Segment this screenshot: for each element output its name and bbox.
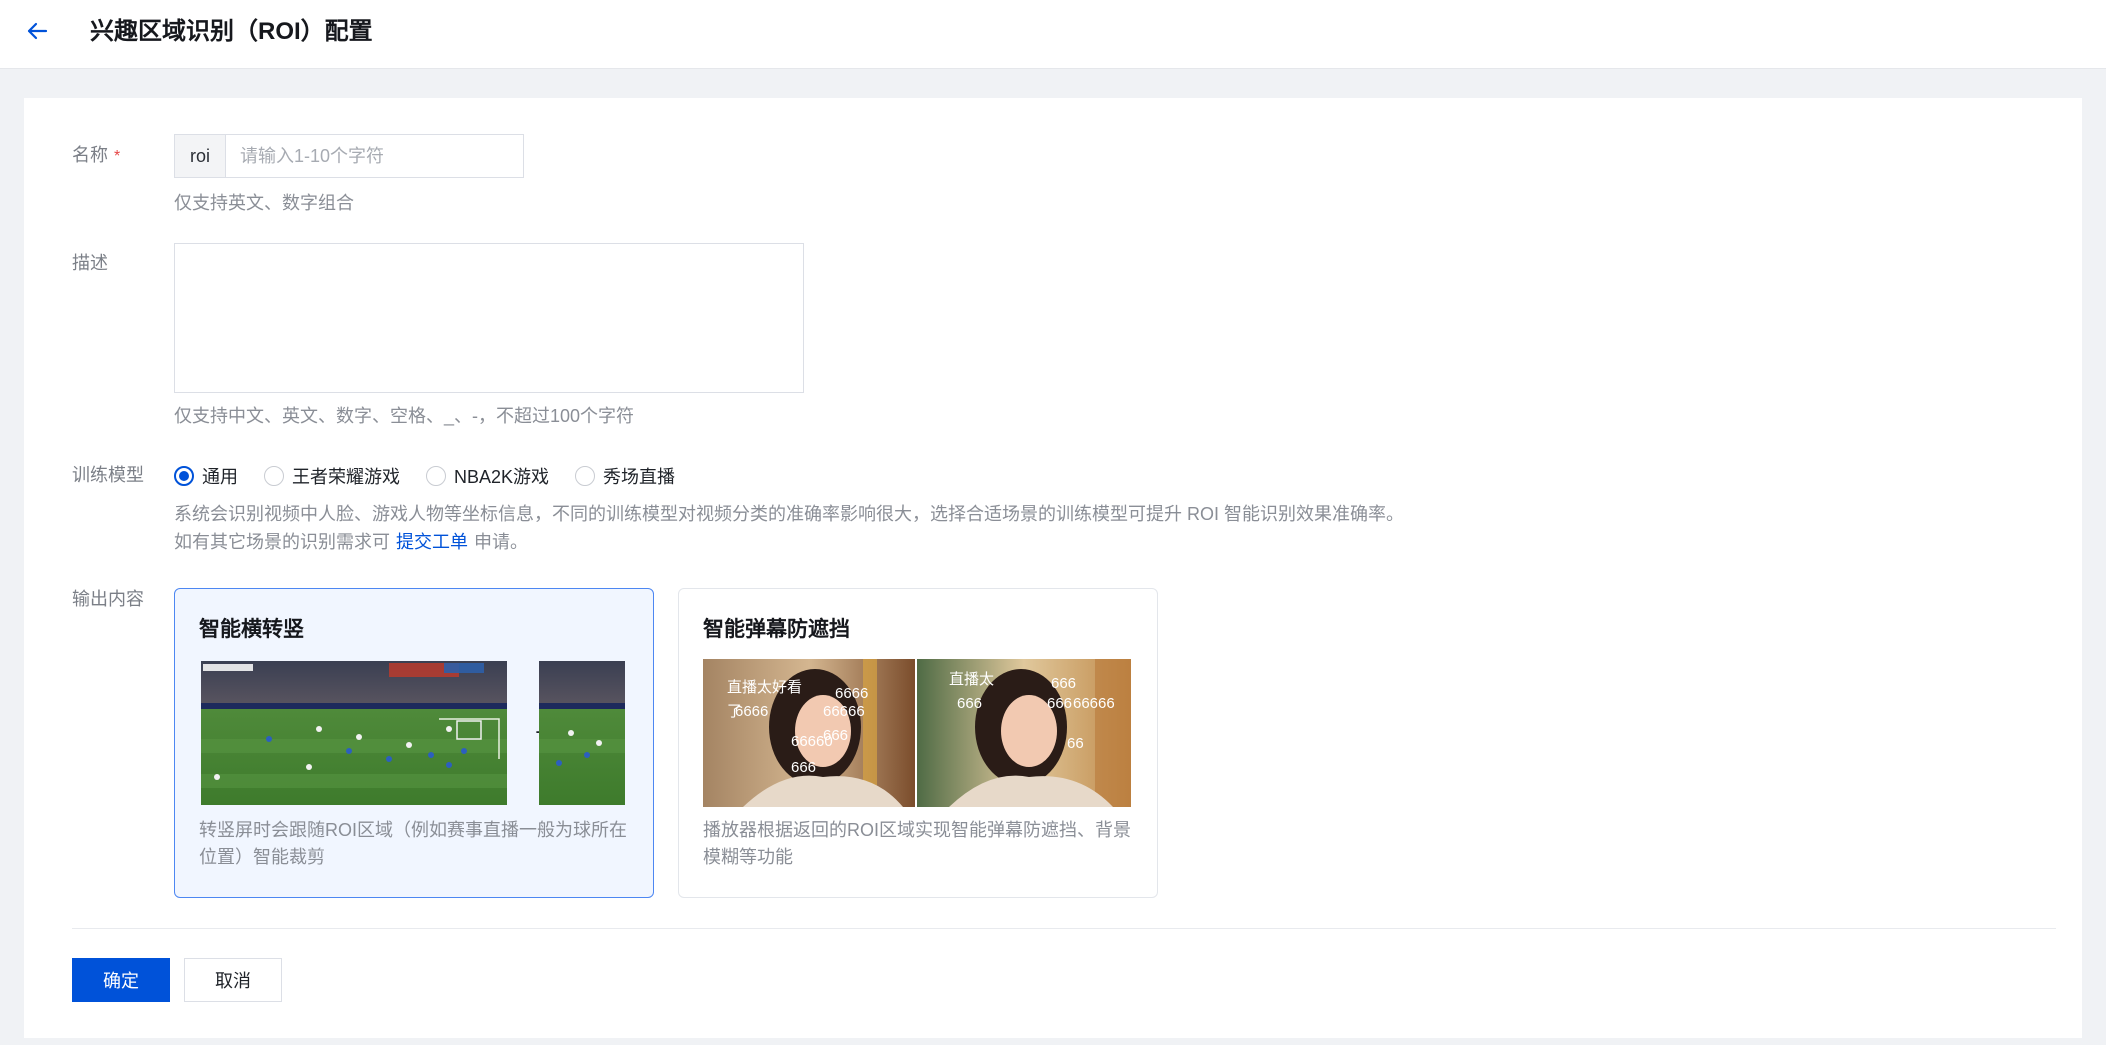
radio-honor-of-kings[interactable]: 王者荣耀游戏 [264, 463, 400, 489]
name-prefix: roi [175, 135, 226, 177]
radio-general[interactable]: 通用 [174, 463, 238, 489]
card-danmaku-title: 智能弹幕防遮挡 [703, 618, 850, 641]
danmaku-text: 66 [1067, 735, 1084, 752]
soccer-preview-image: → [201, 661, 625, 805]
card-danmaku-anti-block[interactable]: 智能弹幕防遮挡 直播太好看 6666 6666 66666 66660 666 … [678, 588, 1158, 898]
arrow-left-icon[interactable] [22, 16, 52, 46]
name-input[interactable] [226, 135, 523, 177]
radio-show-live[interactable]: 秀场直播 [575, 463, 675, 489]
portrait-danmaku-preview-image: 直播太好看 6666 6666 66666 66660 666 666 了 直播… [703, 659, 1131, 807]
radio-general-label: 通用 [202, 467, 238, 487]
model-description-line2: 如有其它场景的识别需求可 提交工单 申请。 [174, 528, 1404, 556]
radio-unchecked-icon [264, 466, 284, 486]
name-input-group: roi [174, 134, 524, 178]
model-desc-suffix: 申请。 [474, 532, 528, 552]
description-hint: 仅支持中文、英文、数字、空格、_、-，不超过100个字符 [174, 406, 635, 426]
required-mark: * [114, 148, 121, 165]
radio-nba2k-label: NBA2K游戏 [454, 467, 550, 487]
output-label: 输出内容 [72, 589, 144, 609]
danmaku-text: 666 [791, 759, 816, 776]
divider [72, 928, 2056, 929]
radio-unchecked-icon [426, 466, 446, 486]
model-desc-prefix: 如有其它场景的识别需求可 [174, 532, 390, 552]
model-radio-group: 通用 王者荣耀游戏 NBA2K游戏 秀场直播 [174, 463, 701, 489]
page-title: 兴趣区域识别（ROI）配置 [90, 18, 373, 45]
confirm-button[interactable]: 确定 [72, 958, 170, 1002]
name-label: 名称 * [72, 142, 120, 170]
name-label-text: 名称 [72, 145, 108, 165]
card-smart-portrait[interactable]: 智能横转竖 转竖屏时会跟随ROI区域（例如赛事直播一般为球所在位置）智能裁剪 [174, 588, 654, 898]
description-label: 描述 [72, 253, 108, 273]
model-label: 训练模型 [72, 465, 144, 485]
danmaku-text: 666 [1047, 695, 1072, 712]
danmaku-text: 了 [727, 703, 742, 720]
danmaku-text: 666 [957, 695, 982, 712]
danmaku-text: 66666 [823, 703, 865, 720]
card-smart-portrait-title: 智能横转竖 [199, 618, 304, 641]
radio-show-live-label: 秀场直播 [603, 467, 676, 487]
danmaku-text: 666 [823, 727, 848, 744]
submit-ticket-link[interactable]: 提交工单 [396, 532, 468, 552]
danmaku-text: 直播太好看 [727, 679, 802, 696]
name-hint: 仅支持英文、数字组合 [174, 193, 354, 213]
top-bar: 兴趣区域识别（ROI）配置 [0, 0, 2106, 69]
model-description-line1: 系统会识别视频中人脸、游戏人物等坐标信息，不同的训练模型对视频分类的准确率影响很… [174, 504, 1404, 524]
radio-unchecked-icon [575, 466, 596, 486]
danmaku-text: 6666 [835, 685, 868, 702]
radio-checked-icon [174, 466, 194, 486]
form-panel: 名称 * roi 仅支持英文、数字组合 描述 仅支持中文、英文、数字、空格、_、-… [24, 98, 2082, 1038]
radio-honor-of-kings-label: 王者荣耀游戏 [292, 467, 400, 487]
danmaku-text: 直播太 [949, 671, 994, 688]
danmaku-text: 666 [1051, 675, 1076, 692]
radio-nba2k[interactable]: NBA2K游戏 [426, 463, 549, 489]
cancel-button[interactable]: 取消 [184, 958, 282, 1002]
model-description: 系统会识别视频中人脸、游戏人物等坐标信息，不同的训练模型对视频分类的准确率影响很… [174, 500, 1404, 556]
danmaku-text: 66666 [1073, 695, 1115, 712]
description-textarea[interactable] [174, 243, 804, 393]
card-smart-portrait-desc: 转竖屏时会跟随ROI区域（例如赛事直播一般为球所在位置）智能裁剪 [199, 820, 627, 867]
card-danmaku-desc: 播放器根据返回的ROI区域实现智能弹幕防遮挡、背景模糊等功能 [703, 820, 1131, 867]
